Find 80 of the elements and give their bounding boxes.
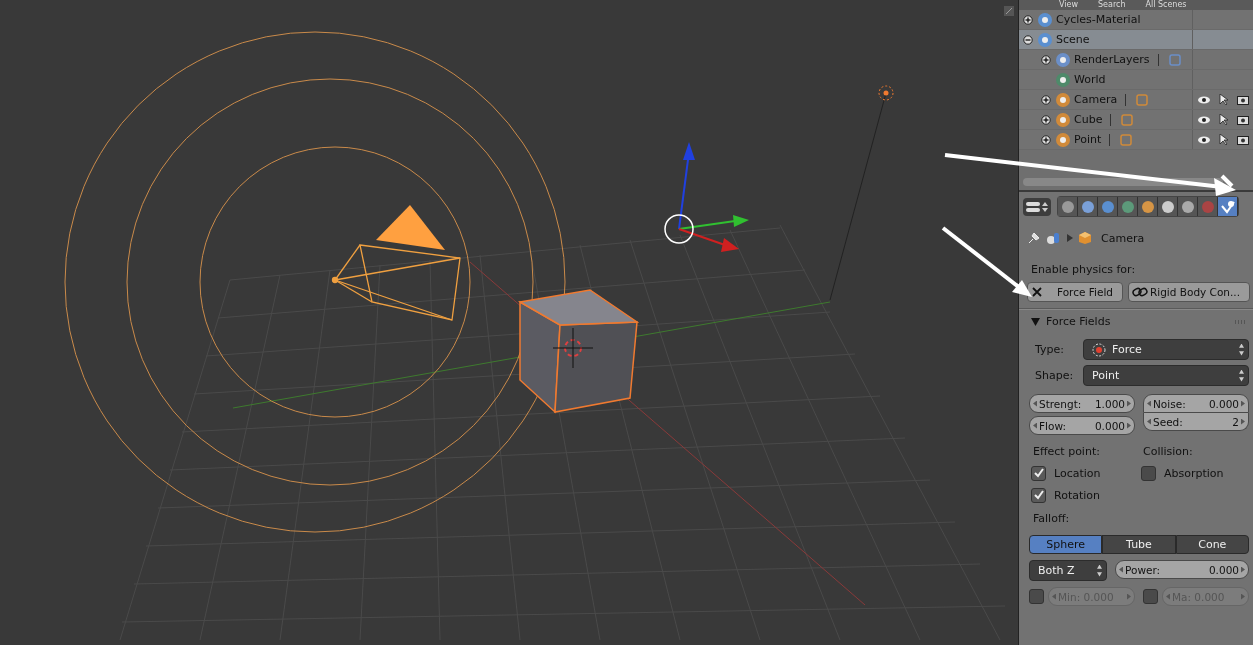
object-name: Camera xyxy=(1101,231,1145,245)
eye-icon[interactable] xyxy=(1197,114,1211,125)
falloff-option[interactable]: Sphere xyxy=(1029,535,1103,554)
scrollbar[interactable] xyxy=(1023,178,1223,186)
constraints-tab[interactable] xyxy=(1158,197,1178,216)
outliner-item-label[interactable]: World xyxy=(1074,73,1106,86)
expand-toggle-icon[interactable] xyxy=(1023,34,1033,45)
disclosure-triangle-icon xyxy=(1031,317,1040,326)
breadcrumb-arrow-icon xyxy=(1067,234,1073,242)
number-field[interactable]: Seed: 2 xyxy=(1143,413,1249,431)
checkbox-label[interactable]: Location xyxy=(1054,466,1101,480)
checkbox-label[interactable]: Absorption xyxy=(1164,466,1224,480)
outliner-row[interactable]: Cube xyxy=(1019,110,1253,130)
outliner-item-label[interactable]: Scene xyxy=(1056,33,1090,46)
render-tab[interactable] xyxy=(1058,197,1078,216)
up-down-arrows-icon xyxy=(1239,369,1244,382)
up-down-arrows-icon xyxy=(1097,564,1102,577)
object-icon xyxy=(1078,231,1092,245)
outliner-row[interactable]: Scene xyxy=(1019,30,1253,50)
data-tab[interactable] xyxy=(1178,197,1198,216)
outliner-item-label[interactable]: Cycles-Material xyxy=(1056,13,1141,26)
force-field-button[interactable]: Force Field xyxy=(1027,282,1123,302)
world-tab[interactable] xyxy=(1118,197,1138,216)
outliner-row[interactable]: Cycles-Material xyxy=(1019,10,1253,30)
shape-dropdown[interactable]: Point xyxy=(1083,365,1249,386)
checkbox[interactable] xyxy=(1031,465,1046,481)
object-tab[interactable] xyxy=(1138,197,1158,216)
section-label: Enable physics for: xyxy=(1030,262,1137,278)
cursor-icon[interactable] xyxy=(1219,133,1229,146)
corner-widget-icon[interactable] xyxy=(1004,6,1014,16)
outliner-menu-item[interactable]: All Scenes xyxy=(1145,0,1187,10)
outliner-row[interactable]: Camera xyxy=(1019,90,1253,110)
editor-type-dropdown[interactable] xyxy=(1023,197,1051,216)
scene-tab[interactable] xyxy=(1098,197,1118,216)
3d-cursor-icon xyxy=(552,327,594,369)
outliner-item-label[interactable]: Cube xyxy=(1074,113,1103,126)
section-label: Collision: xyxy=(1142,445,1194,460)
field-label: Shape: xyxy=(1034,369,1075,382)
cursor-icon[interactable] xyxy=(1219,113,1229,126)
pin-icon[interactable] xyxy=(1027,231,1041,245)
outliner-item-label[interactable]: RenderLayers xyxy=(1074,53,1150,66)
outliner-menu-item[interactable]: View xyxy=(1059,0,1078,10)
eye-icon[interactable] xyxy=(1197,134,1211,145)
outliner-row[interactable]: RenderLayers xyxy=(1019,50,1253,70)
transform-manipulator[interactable] xyxy=(664,142,749,252)
field-label: Type: xyxy=(1034,343,1065,356)
type-dropdown[interactable]: Force xyxy=(1083,339,1249,360)
checkbox-label[interactable]: Rotation xyxy=(1054,488,1100,502)
up-down-arrows-icon xyxy=(1239,343,1244,356)
section-label: Falloff: xyxy=(1032,512,1071,527)
panel-header[interactable]: Force Fields xyxy=(1019,309,1253,336)
falloff-option[interactable]: Cone xyxy=(1175,535,1249,554)
force-icon xyxy=(1092,342,1106,357)
z-direction-dropdown[interactable]: Both Z xyxy=(1029,560,1107,581)
expand-toggle-icon[interactable] xyxy=(1041,134,1051,145)
outliner-row[interactable]: World xyxy=(1019,70,1253,90)
number-field[interactable]: Flow: 0.000 xyxy=(1029,416,1135,435)
number-field[interactable]: Noise: 0.000 xyxy=(1143,394,1249,413)
section-label: Effect point: xyxy=(1032,445,1101,460)
checkbox[interactable] xyxy=(1031,487,1046,503)
checkbox[interactable] xyxy=(1141,465,1156,481)
layers-tab[interactable] xyxy=(1078,197,1098,216)
x-icon xyxy=(1031,286,1043,298)
expand-toggle-icon[interactable] xyxy=(1041,94,1051,105)
physics-tab[interactable] xyxy=(1218,197,1238,216)
expand-toggle-icon[interactable] xyxy=(1041,54,1051,65)
number-field[interactable]: Strengt: 1.000 xyxy=(1029,394,1135,413)
outliner-menu-item[interactable]: Search xyxy=(1098,0,1126,10)
cursor-icon[interactable] xyxy=(1219,93,1229,106)
eye-icon[interactable] xyxy=(1197,94,1211,105)
number-field[interactable]: Power: 0.000 xyxy=(1115,560,1249,579)
expand-toggle-icon[interactable] xyxy=(1041,114,1051,125)
chain-link-icon xyxy=(1131,286,1148,298)
falloff-option[interactable]: Tube xyxy=(1102,535,1176,554)
rigid-body-constraint-button[interactable]: Rigid Body Con... xyxy=(1127,282,1250,302)
outliner-item-label[interactable]: Point xyxy=(1074,133,1102,146)
toggle-icon xyxy=(1025,200,1049,213)
expand-toggle-icon[interactable] xyxy=(1023,14,1033,25)
outliner-item-label[interactable]: Camera xyxy=(1074,93,1118,106)
outliner-row[interactable]: Point xyxy=(1019,130,1253,150)
